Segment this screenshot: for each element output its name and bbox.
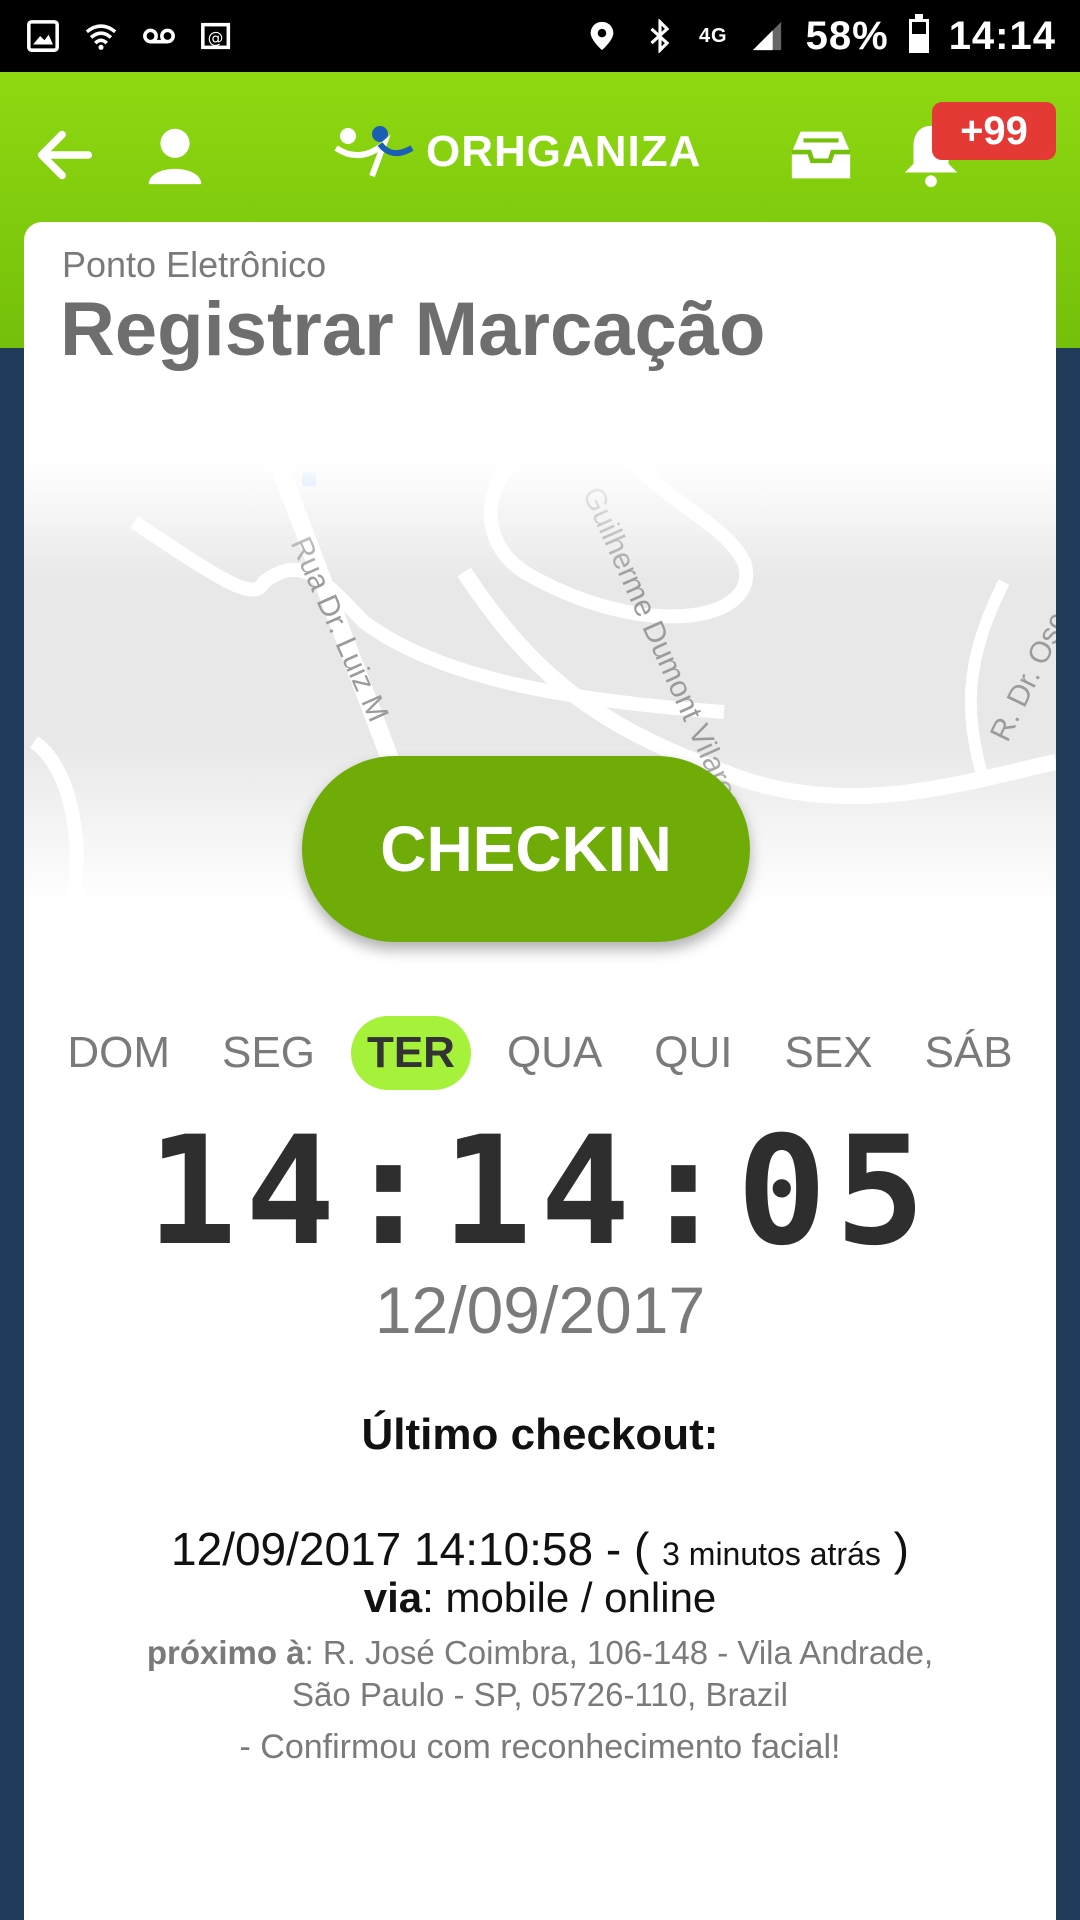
back-arrow-icon[interactable] bbox=[30, 120, 100, 190]
digital-clock: 14:14:05 bbox=[146, 1105, 934, 1279]
logo-mark-icon bbox=[334, 126, 414, 178]
notification-badge[interactable]: +99 bbox=[932, 102, 1056, 160]
near-label: próximo à bbox=[146, 1634, 305, 1671]
address-line: próximo à: R. José Coimbra, 106-148 - Vi… bbox=[124, 1632, 956, 1716]
status-time: 14:14 bbox=[948, 13, 1056, 58]
day-sat: SÁB bbox=[924, 1028, 1013, 1077]
inbox-icon[interactable] bbox=[786, 120, 856, 190]
paren-close: ) bbox=[893, 1523, 909, 1575]
user-icon[interactable] bbox=[140, 120, 210, 190]
day-sun: DOM bbox=[67, 1028, 171, 1077]
day-wed: QUA bbox=[506, 1028, 603, 1077]
via-colon: : bbox=[422, 1574, 446, 1621]
signal-icon bbox=[752, 21, 781, 51]
status-bar: @ 4G 58% 14:14 bbox=[0, 0, 1080, 72]
day-tue: TER bbox=[350, 1016, 471, 1090]
page-subtitle: Ponto Eletrônico bbox=[62, 244, 327, 285]
via-line: via: mobile / online bbox=[24, 1574, 1056, 1622]
facial-recognition-note: - Confirmou com reconhecimento facial! bbox=[239, 1728, 841, 1766]
current-date: 12/09/2017 bbox=[374, 1273, 706, 1347]
via-value: mobile / online bbox=[445, 1574, 717, 1621]
network-type: 4G bbox=[698, 24, 728, 47]
map-fade-top bbox=[24, 462, 1056, 582]
svg-text:@: @ bbox=[208, 29, 224, 47]
main-card: Ponto Eletrônico Registrar Marcação Rua … bbox=[24, 222, 1056, 1920]
logo-text: ORHGANIZA bbox=[426, 127, 702, 176]
battery-fill bbox=[911, 33, 926, 50]
battery-percent: 58% bbox=[805, 13, 889, 58]
checkin-button[interactable]: CHECKIN bbox=[302, 756, 750, 942]
bluetooth-icon bbox=[650, 19, 670, 53]
weekday-selector: DOM SEG TER QUA QUI SEX SÁB bbox=[24, 1008, 1056, 1098]
near-colon: : bbox=[304, 1634, 323, 1671]
status-right: 4G 58% 14:14 bbox=[583, 14, 1056, 59]
last-checkout-line: 12/09/2017 14:10:58 - ( 3 minutos atrás … bbox=[24, 1522, 1056, 1576]
paren-open: - ( bbox=[605, 1523, 663, 1575]
image-icon bbox=[27, 20, 59, 52]
day-mon: SEG bbox=[222, 1028, 315, 1077]
via-label: via bbox=[363, 1574, 423, 1621]
day-thu: QUI bbox=[654, 1028, 733, 1077]
wifi-icon bbox=[85, 24, 117, 50]
status-left: @ bbox=[24, 19, 236, 53]
app-logo: ORHGANIZA bbox=[332, 124, 701, 180]
battery-icon bbox=[908, 14, 929, 53]
address-text: R. José Coimbra, 106-148 - Vila Andrade,… bbox=[292, 1634, 934, 1713]
last-checkout-label: Último checkout: bbox=[361, 1410, 719, 1459]
location-icon bbox=[590, 21, 614, 51]
last-checkout-datetime: 12/09/2017 14:10:58 bbox=[171, 1523, 594, 1575]
email-icon: @ bbox=[201, 22, 231, 50]
day-fri: SEX bbox=[784, 1028, 873, 1077]
voicemail-icon bbox=[143, 28, 175, 44]
page-title: Registrar Marcação bbox=[60, 287, 766, 372]
last-checkout-relative: 3 minutos atrás bbox=[662, 1536, 881, 1572]
